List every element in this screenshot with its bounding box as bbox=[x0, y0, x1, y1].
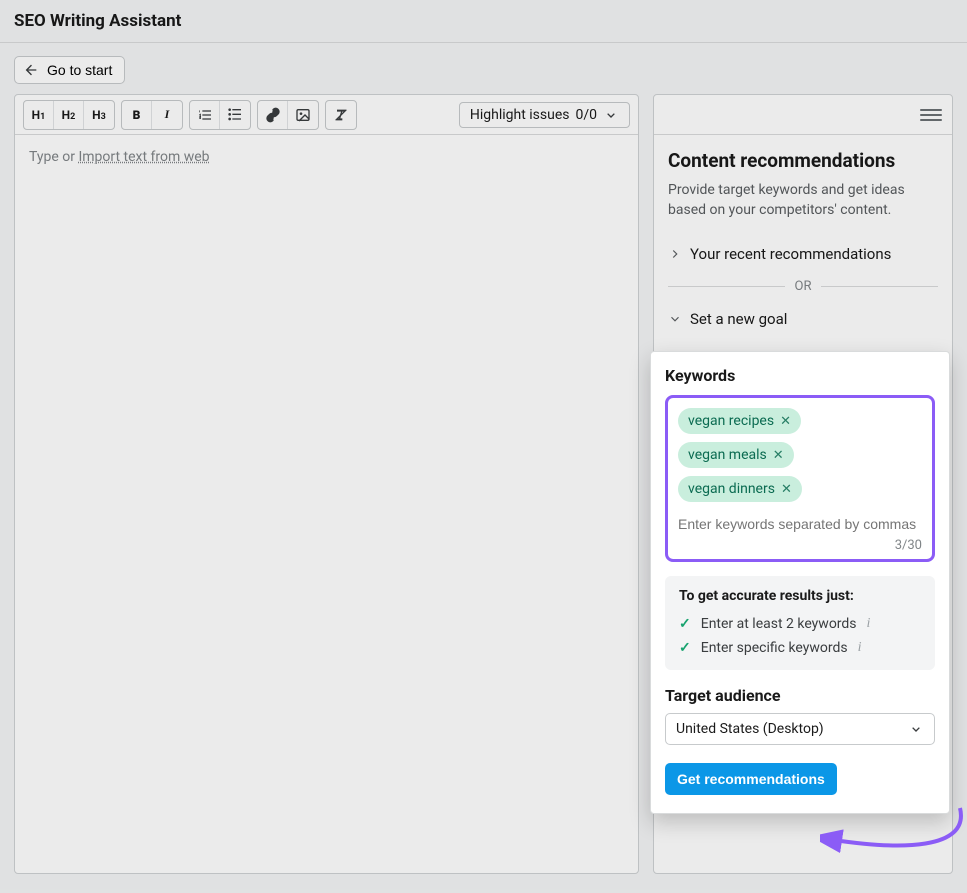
editor-toolbar: H1 H2 H3 B I bbox=[15, 95, 638, 135]
keyword-chip-label: vegan dinners bbox=[688, 481, 775, 497]
chevron-right-icon bbox=[668, 247, 682, 261]
keyword-chip[interactable]: vegan recipes ✕ bbox=[678, 408, 801, 434]
target-audience-select[interactable]: United States (Desktop) bbox=[665, 713, 935, 745]
import-text-link[interactable]: Import text from web bbox=[78, 149, 209, 165]
unordered-list-button[interactable] bbox=[220, 101, 250, 129]
keywords-count: 3/30 bbox=[678, 536, 922, 553]
chevron-down-icon bbox=[603, 107, 619, 123]
target-audience-label: Target audience bbox=[665, 686, 935, 705]
highlight-issues-count: 0/0 bbox=[575, 107, 597, 123]
image-button[interactable] bbox=[288, 101, 318, 129]
set-new-goal-label: Set a new goal bbox=[690, 310, 787, 328]
highlight-issues-label: Highlight issues bbox=[470, 107, 570, 123]
clear-formatting-icon bbox=[333, 107, 349, 123]
clear-formatting-button[interactable] bbox=[326, 101, 356, 129]
chevron-down-icon bbox=[908, 721, 924, 737]
side-title: Content recommendations bbox=[668, 149, 938, 172]
keywords-hint-box: To get accurate results just: ✓ Enter at … bbox=[665, 576, 935, 670]
heading-1-button[interactable]: H1 bbox=[24, 101, 54, 129]
chevron-down-icon bbox=[668, 312, 682, 326]
remove-chip-icon[interactable]: ✕ bbox=[780, 415, 791, 428]
editor-pane: H1 H2 H3 B I bbox=[14, 94, 639, 874]
image-icon bbox=[295, 107, 311, 123]
heading-3-button[interactable]: H3 bbox=[84, 101, 114, 129]
check-icon: ✓ bbox=[679, 640, 691, 656]
remove-chip-icon[interactable]: ✕ bbox=[781, 483, 792, 496]
go-to-start-label: Go to start bbox=[47, 62, 112, 78]
editor-body[interactable]: Type or Import text from web bbox=[15, 135, 638, 179]
keywords-heading: Keywords bbox=[665, 366, 935, 385]
keyword-chip[interactable]: vegan meals ✕ bbox=[678, 442, 794, 468]
target-audience-value: United States (Desktop) bbox=[676, 721, 824, 737]
italic-button[interactable]: I bbox=[152, 101, 182, 129]
unordered-list-icon bbox=[227, 107, 243, 123]
link-button[interactable] bbox=[258, 101, 288, 129]
set-new-goal-toggle[interactable]: Set a new goal bbox=[668, 300, 938, 338]
app-header: SEO Writing Assistant bbox=[0, 0, 967, 43]
hint-title: To get accurate results just: bbox=[679, 588, 921, 604]
recent-recommendations-toggle[interactable]: Your recent recommendations bbox=[668, 235, 938, 273]
go-to-start-button[interactable]: Go to start bbox=[14, 56, 125, 84]
hint-text: Enter at least 2 keywords bbox=[701, 616, 857, 632]
arrow-left-icon bbox=[23, 62, 39, 78]
check-icon: ✓ bbox=[679, 616, 691, 632]
bold-button[interactable]: B bbox=[122, 101, 152, 129]
keyword-chip[interactable]: vegan dinners ✕ bbox=[678, 476, 802, 502]
keywords-input[interactable] bbox=[678, 510, 922, 536]
side-description: Provide target keywords and get ideas ba… bbox=[668, 180, 938, 221]
ordered-list-icon bbox=[197, 107, 213, 123]
info-icon[interactable]: i bbox=[867, 616, 871, 632]
recent-recommendations-label: Your recent recommendations bbox=[690, 245, 891, 263]
get-recommendations-button[interactable]: Get recommendations bbox=[665, 763, 837, 795]
keywords-popover: Keywords vegan recipes✕vegan meals✕vegan… bbox=[650, 351, 950, 814]
keyword-chip-label: vegan recipes bbox=[688, 413, 774, 429]
keyword-chip-label: vegan meals bbox=[688, 447, 767, 463]
app-title: SEO Writing Assistant bbox=[14, 11, 181, 31]
info-icon[interactable]: i bbox=[858, 640, 862, 656]
or-divider: OR bbox=[668, 273, 938, 300]
or-label: OR bbox=[795, 279, 812, 294]
keywords-input-box[interactable]: vegan recipes ✕ vegan meals ✕ vegan dinners ✕… bbox=[665, 395, 935, 562]
hint-text: Enter specific keywords bbox=[701, 640, 848, 656]
remove-chip-icon[interactable]: ✕ bbox=[773, 449, 784, 462]
highlight-issues-dropdown[interactable]: Highlight issues 0/0 bbox=[459, 102, 630, 128]
editor-placeholder-prefix: Type or bbox=[29, 149, 78, 165]
hint-row: ✓ Enter at least 2 keywords i bbox=[679, 612, 921, 636]
link-icon bbox=[265, 107, 281, 123]
ordered-list-button[interactable] bbox=[190, 101, 220, 129]
hint-row: ✓ Enter specific keywords i bbox=[679, 636, 921, 660]
heading-2-button[interactable]: H2 bbox=[54, 101, 84, 129]
panel-menu-button[interactable] bbox=[920, 106, 942, 124]
